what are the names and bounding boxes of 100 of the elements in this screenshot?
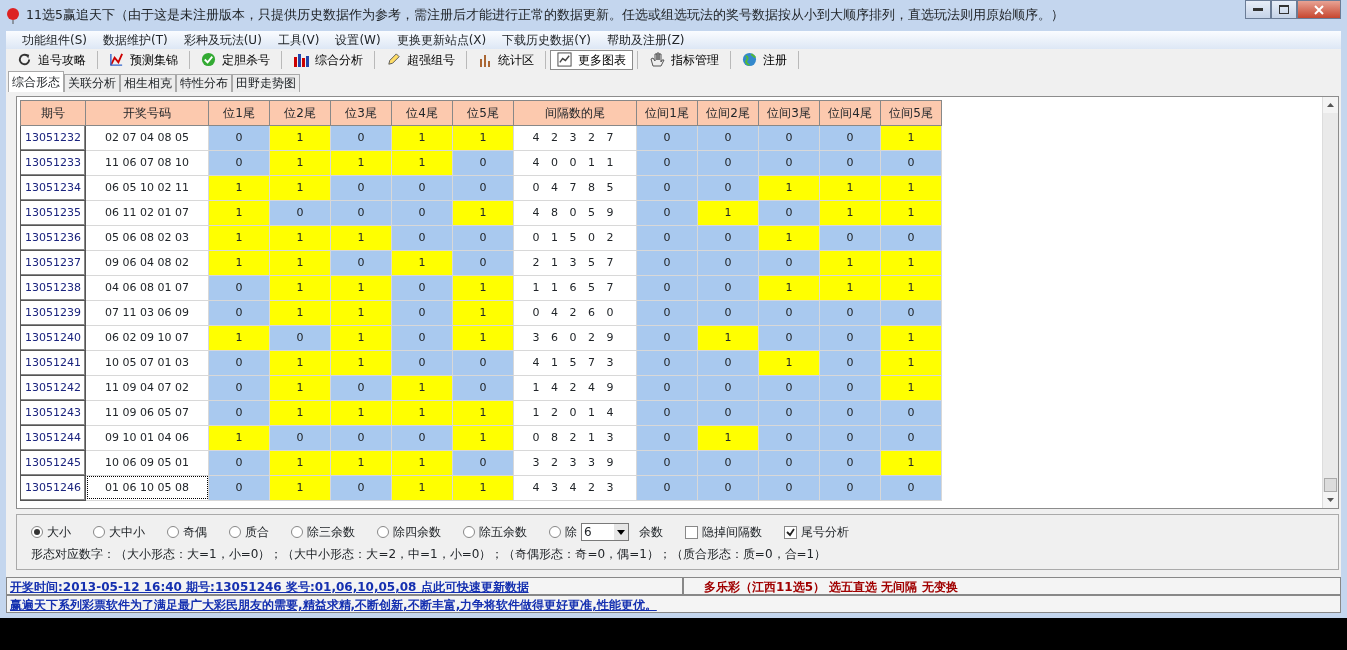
table-cell: 13051243 <box>20 400 86 426</box>
table-cell: 0 8 2 1 3 <box>513 425 637 451</box>
tab[interactable]: 综合形态 <box>8 70 64 92</box>
option-label: 余数 <box>639 524 663 541</box>
radio-button[interactable] <box>93 526 105 538</box>
table-cell: 01 06 10 05 08 <box>85 475 209 501</box>
legend-text: 形态对应数字：（大小形态：大=1，小=0）；（大中小形态：大=2，中=1，小=0）；（奇偶形态：奇=0，偶=1）；（质合形态：质=0，合=1） <box>31 546 827 563</box>
scroll-down-icon[interactable] <box>1327 498 1334 502</box>
radio-label: 除 <box>565 524 577 541</box>
status-link[interactable]: 开奖时间:2013-05-12 16:40 期号:13051246 奖号:01,06,10,05,08 点此可快速更新数据 <box>6 577 683 595</box>
maximize-icon <box>1279 5 1289 14</box>
checkbox[interactable] <box>685 525 698 539</box>
checkbox-label: 隐掉间隔数 <box>702 524 762 541</box>
toolbar-button[interactable]: 更多图表 <box>550 49 633 70</box>
table-cell: 11 09 04 07 02 <box>85 375 209 401</box>
toolbar-button[interactable]: 指标管理 <box>642 49 726 70</box>
table-cell: 1 1 6 5 7 <box>513 275 637 301</box>
menu-item[interactable]: 设置(W) <box>327 31 389 49</box>
menu-item[interactable]: 数据维护(T) <box>95 31 176 49</box>
toolbar-button[interactable]: 预测集锦 <box>102 49 185 70</box>
table-cell: 0 4 2 6 0 <box>513 300 637 326</box>
radio-label: 除五余数 <box>479 524 527 541</box>
menu-item[interactable]: 帮助及注册(Z) <box>598 31 693 49</box>
hand-icon <box>649 51 665 68</box>
table-cell: 13051235 <box>20 200 86 226</box>
radio-label: 大中小 <box>109 524 145 541</box>
status-text: 多乐彩（江西11选5） 选五直选 无间隔 无变换 <box>683 577 1341 595</box>
table-cell: 05 06 08 02 03 <box>85 225 209 251</box>
maximize-button[interactable] <box>1271 0 1297 19</box>
table-cell: 4 2 3 2 7 <box>513 125 637 151</box>
table-cell: 13051232 <box>20 125 86 151</box>
menu-item[interactable]: 彩种及玩法(U) <box>175 31 270 49</box>
toolbar-button[interactable]: 统计区 <box>471 49 541 70</box>
table-cell: 13051238 <box>20 275 86 301</box>
table-cell: 07 11 03 06 09 <box>85 300 209 326</box>
tab[interactable]: 特性分布 <box>176 73 232 92</box>
scroll-thumb[interactable] <box>1324 478 1337 492</box>
globe-icon <box>742 52 757 68</box>
menu-item[interactable]: 下载历史数据(Y) <box>494 31 599 49</box>
table-cell: 02 07 04 08 05 <box>85 125 209 151</box>
column-header: 位间5尾 <box>880 100 942 126</box>
tab[interactable]: 田野走势图 <box>232 73 300 92</box>
tab[interactable]: 相生相克 <box>120 73 176 92</box>
pencil-icon <box>386 52 401 68</box>
column-header: 位间1尾 <box>636 100 698 126</box>
radio-label: 奇偶 <box>183 524 207 541</box>
marquee-text: 赢遍天下系列彩票软件为了满足最广大彩民朋友的需要,精益求精,不断创新,不断丰富,力争将软件做得更好更准,性能更优。 <box>6 595 1341 613</box>
tab[interactable]: 关联分析 <box>64 73 120 92</box>
scroll-up-icon[interactable] <box>1327 102 1334 107</box>
close-button[interactable] <box>1297 0 1341 19</box>
column-header: 间隔数的尾 <box>513 100 637 126</box>
scrollbar[interactable] <box>1322 96 1338 508</box>
radio-button[interactable] <box>463 526 475 538</box>
radio-button[interactable] <box>549 526 561 538</box>
column-header: 位4尾 <box>391 100 453 126</box>
column-header: 位间3尾 <box>758 100 820 126</box>
radio-label: 除三余数 <box>307 524 355 541</box>
radio-button[interactable] <box>31 526 43 538</box>
minimize-button[interactable] <box>1245 0 1271 19</box>
checkbox-label: 尾号分析 <box>801 524 849 541</box>
toolbar-button[interactable]: 追号攻略 <box>10 49 93 70</box>
menu-item[interactable]: 工具(V) <box>269 31 328 49</box>
chart-icon <box>109 52 124 68</box>
checkbox[interactable] <box>784 525 797 539</box>
table-cell: 11 06 07 08 10 <box>85 150 209 176</box>
table-cell: 1 2 0 1 4 <box>513 400 637 426</box>
chart-icon <box>557 52 572 68</box>
toolbar-button[interactable]: 超强组号 <box>379 49 462 70</box>
table-cell: 13051244 <box>20 425 86 451</box>
refresh-icon <box>17 52 32 68</box>
radio-button[interactable] <box>377 526 389 538</box>
column-header: 位间2尾 <box>697 100 759 126</box>
table-cell: 0 4 7 8 5 <box>513 175 637 201</box>
divisor-dropdown[interactable]: 6 <box>581 523 629 541</box>
column-header: 位2尾 <box>269 100 331 126</box>
menu-item[interactable]: 更换更新站点(X) <box>388 31 495 49</box>
toolbar-button[interactable]: 注册 <box>735 49 794 70</box>
table-cell: 13051236 <box>20 225 86 251</box>
radio-button[interactable] <box>291 526 303 538</box>
table-cell: 3 2 3 3 9 <box>513 450 637 476</box>
table-cell: 06 02 09 10 07 <box>85 325 209 351</box>
column-header: 位3尾 <box>330 100 392 126</box>
table-cell: 4 0 0 1 1 <box>513 150 637 176</box>
window-title: 11选5赢追天下（由于这是未注册版本，只提供历史数据作为参考，需注册后才能进行正常的数据更新。任选或组选玩法的奖号数据按从小到大顺序排列，直选玩法则用原始顺序。） <box>26 6 1064 25</box>
table-cell: 4 1 5 7 3 <box>513 350 637 376</box>
table-cell: 2 1 3 5 7 <box>513 250 637 276</box>
table-cell: 09 10 01 04 06 <box>85 425 209 451</box>
table-cell: 10 05 07 01 03 <box>85 350 209 376</box>
toolbar-button[interactable]: 定胆杀号 <box>194 49 277 70</box>
table-cell: 13051234 <box>20 175 86 201</box>
check-icon <box>201 52 216 68</box>
radio-button[interactable] <box>229 526 241 538</box>
toolbar-button[interactable]: 综合分析 <box>286 49 370 70</box>
minimize-icon <box>1253 7 1263 12</box>
table-cell: 13051237 <box>20 250 86 276</box>
table-cell: 0 1 5 0 2 <box>513 225 637 251</box>
menu-item[interactable]: 功能组件(S) <box>14 31 95 49</box>
radio-label: 大小 <box>47 524 71 541</box>
table-cell: 13051242 <box>20 375 86 401</box>
radio-button[interactable] <box>167 526 179 538</box>
